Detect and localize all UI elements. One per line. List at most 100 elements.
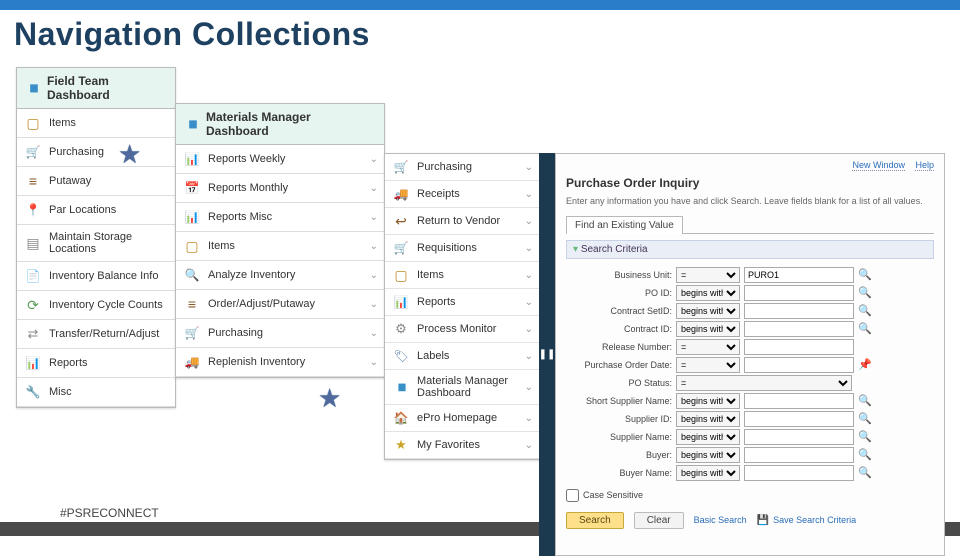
operator-select[interactable]: begins with — [676, 303, 740, 319]
lookup-icon[interactable]: 🔍 — [858, 430, 872, 443]
value-input[interactable] — [744, 357, 854, 373]
save-criteria-link[interactable]: Save Search Criteria — [773, 515, 856, 525]
operator-select[interactable]: begins with — [676, 321, 740, 337]
lookup-icon[interactable]: 🔍 — [858, 304, 872, 317]
nav-item[interactable]: Inventory Cycle Counts — [17, 291, 175, 320]
nav-item-label: Reports Monthly — [208, 182, 288, 194]
nav-item[interactable]: Labels⌄ — [385, 343, 539, 370]
basic-search-link[interactable]: Basic Search — [694, 515, 747, 525]
lookup-icon[interactable]: 🔍 — [858, 466, 872, 479]
help-link[interactable]: Help — [915, 160, 934, 171]
pane-divider[interactable]: ❚❚ — [539, 153, 555, 556]
new-window-link[interactable]: New Window — [852, 160, 905, 171]
shelf-icon — [25, 173, 41, 189]
lookup-icon[interactable]: 🔍 — [858, 286, 872, 299]
panel-title: Materials Manager Dashboard — [206, 110, 376, 138]
search-field-row: Supplier ID:begins with🔍 — [566, 411, 934, 427]
chart-icon — [393, 379, 409, 395]
search-field-row: Contract ID:begins with🔍 — [566, 321, 934, 337]
lookup-icon[interactable]: 🔍 — [858, 268, 872, 281]
lookup-icon[interactable]: 🔍 — [858, 448, 872, 461]
calendar-icon[interactable]: 📌 — [858, 358, 872, 371]
nav-item[interactable]: Reports — [17, 349, 175, 378]
operator-select[interactable]: begins with — [676, 411, 740, 427]
field-label: Business Unit: — [566, 270, 672, 280]
value-input[interactable] — [744, 393, 854, 409]
lookup-icon[interactable]: 🔍 — [858, 394, 872, 407]
home-icon — [393, 410, 409, 426]
nav-item-label: Reports Weekly — [208, 153, 285, 165]
operator-select[interactable]: begins with — [676, 285, 740, 301]
nav-item[interactable]: Items — [17, 109, 175, 138]
value-input[interactable] — [744, 267, 854, 283]
value-input[interactable] — [744, 303, 854, 319]
operator-select[interactable]: = — [676, 339, 740, 355]
nav-item[interactable]: Materials Manager Dashboard⌄ — [385, 370, 539, 405]
lookup-icon[interactable]: 🔍 — [858, 412, 872, 425]
case-sensitive-label: Case Sensitive — [583, 490, 643, 500]
nav-item[interactable]: Purchasing⌄ — [176, 319, 384, 348]
lookup-icon[interactable]: 🔍 — [858, 322, 872, 335]
tab-find-existing[interactable]: Find an Existing Value — [566, 216, 683, 234]
box-icon — [25, 115, 41, 131]
nav-item[interactable]: Maintain Storage Locations — [17, 225, 175, 262]
chevron-down-icon: ⌄ — [370, 241, 378, 252]
value-input[interactable] — [744, 429, 854, 445]
case-sensitive-checkbox[interactable] — [566, 489, 579, 502]
value-input[interactable] — [744, 285, 854, 301]
cart-icon — [393, 240, 409, 256]
panel-field-team: Field Team Dashboard ItemsPurchasingPuta… — [16, 67, 176, 408]
nav-item[interactable]: Analyze Inventory⌄ — [176, 261, 384, 290]
nav-item[interactable]: Order/Adjust/Putaway⌄ — [176, 290, 384, 319]
clear-button[interactable]: Clear — [634, 512, 684, 529]
nav-item[interactable]: ePro Homepage⌄ — [385, 405, 539, 432]
report-icon — [393, 294, 409, 310]
nav-item[interactable]: Return to Vendor⌄ — [385, 208, 539, 235]
operator-select[interactable]: begins with — [676, 429, 740, 445]
value-input[interactable] — [744, 465, 854, 481]
nav-item[interactable]: Requisitions⌄ — [385, 235, 539, 262]
pane-description: Enter any information you have and click… — [566, 196, 934, 208]
operator-select[interactable]: begins with — [676, 447, 740, 463]
search-field-row: Purchase Order Date:=📌 — [566, 357, 934, 373]
nav-item[interactable]: Inventory Balance Info — [17, 262, 175, 291]
nav-item-label: Replenish Inventory — [208, 356, 305, 368]
nav-item[interactable]: Items⌄ — [385, 262, 539, 289]
nav-item[interactable]: Replenish Inventory ⌄ — [176, 348, 384, 377]
nav-item[interactable]: Receipts⌄ — [385, 181, 539, 208]
nav-item[interactable]: Purchasing⌄ — [385, 154, 539, 181]
search-criteria-header[interactable]: Search Criteria — [566, 240, 934, 259]
nav-item[interactable]: Reports Monthly ⌄ — [176, 174, 384, 203]
operator-select[interactable]: = — [676, 267, 740, 283]
nav-item[interactable]: Putaway — [17, 167, 175, 196]
value-input[interactable] — [744, 321, 854, 337]
nav-item[interactable]: Items⌄ — [176, 232, 384, 261]
eye-icon — [184, 267, 200, 283]
case-sensitive-row: Case Sensitive — [566, 489, 934, 502]
operator-select[interactable]: begins with — [676, 393, 740, 409]
nav-item-label: Items — [49, 117, 76, 129]
nav-item-label: Maintain Storage Locations — [49, 231, 167, 255]
nav-item[interactable]: Process Monitor⌄ — [385, 316, 539, 343]
value-input[interactable] — [744, 447, 854, 463]
nav-item[interactable]: Misc — [17, 378, 175, 407]
cart-icon — [25, 144, 41, 160]
chevron-down-icon: ⌄ — [525, 413, 533, 424]
nav-item[interactable]: Reports Weekly⌄ — [176, 145, 384, 174]
nav-item[interactable]: My Favorites⌄ — [385, 432, 539, 459]
operator-select[interactable]: = — [676, 357, 740, 373]
chevron-down-icon: ⌄ — [370, 183, 378, 194]
operator-select[interactable]: begins with — [676, 465, 740, 481]
nav-item[interactable]: Reports Misc⌄ — [176, 203, 384, 232]
search-button[interactable]: Search — [566, 512, 624, 529]
nav-item[interactable]: Transfer/Return/Adjust — [17, 320, 175, 349]
operator-select[interactable]: = — [676, 375, 852, 391]
nav-item[interactable]: Par Locations — [17, 196, 175, 225]
nav-item[interactable]: Reports⌄ — [385, 289, 539, 316]
nav-item[interactable]: Purchasing — [17, 138, 175, 167]
chevron-down-icon: ⌄ — [370, 357, 378, 368]
value-input[interactable] — [744, 339, 854, 355]
value-input[interactable] — [744, 411, 854, 427]
nav-item-label: Par Locations — [49, 204, 116, 216]
cal-icon — [184, 180, 200, 196]
